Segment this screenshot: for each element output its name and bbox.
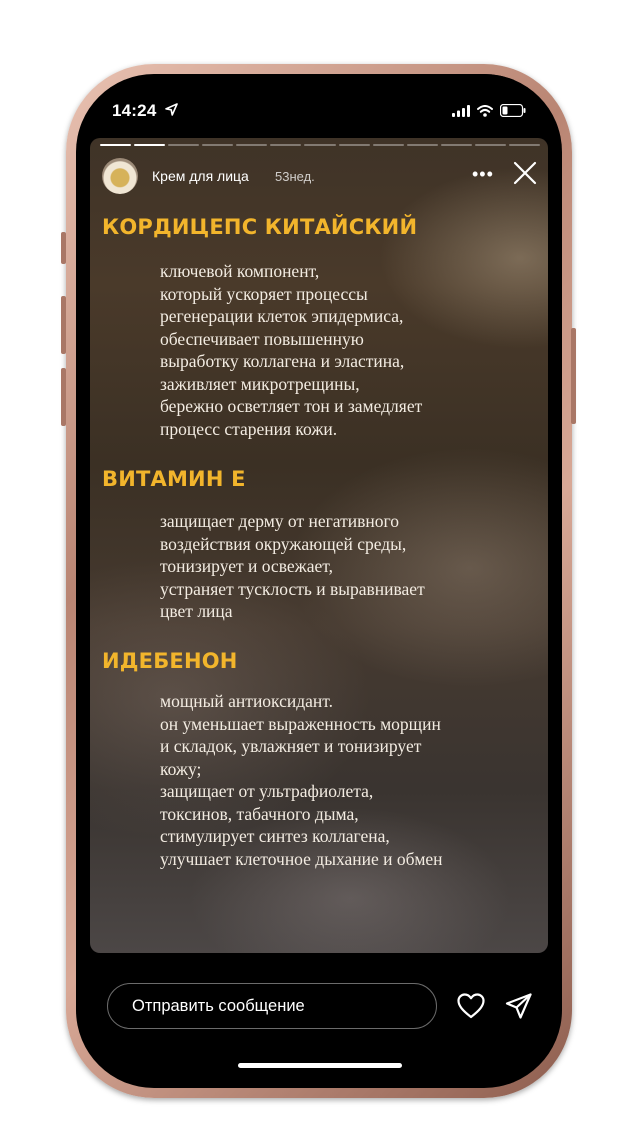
text-line: регенерации клеток эпидермиса, <box>160 306 404 326</box>
text-line: процесс старения кожи. <box>160 418 338 439</box>
text-line: выработку коллагена и эластина, <box>160 351 405 371</box>
progress-segment <box>270 144 302 146</box>
text-line: токсинов, табачного дыма, <box>160 803 359 824</box>
text-line: тонизирует и освежает, <box>160 556 333 576</box>
status-icons <box>452 103 526 122</box>
story-title[interactable]: Крем для лица <box>152 168 249 184</box>
text-line: заживляет микротрещины, <box>160 373 360 394</box>
send-icon[interactable] <box>505 992 533 1025</box>
text-line: бережно осветляет тон и замедляет <box>160 396 423 416</box>
side-button <box>61 296 66 354</box>
status-time: 14:24 <box>112 101 157 120</box>
story-viewer[interactable]: Крем для лица 53нед. ••• КОРДИЦЕПС КИТАЙ… <box>90 138 548 953</box>
text-line: он уменьшает выраженность морщин <box>160 713 441 734</box>
text-line: кожу; <box>160 758 202 779</box>
text-line: защищает дерму от негативного <box>160 511 399 531</box>
progress-segment <box>202 144 234 146</box>
text-line: устраняет тусклость и выравнивает <box>160 578 425 599</box>
text-line: и складок, увлажняет и тонизирует <box>160 736 422 756</box>
progress-segment <box>168 144 200 146</box>
progress-segment <box>406 144 438 146</box>
progress-segment <box>338 144 370 146</box>
location-arrow-icon <box>165 103 178 121</box>
progress-segment <box>134 144 166 146</box>
more-options-icon[interactable]: ••• <box>472 164 494 185</box>
progress-segment <box>372 144 404 146</box>
heart-icon[interactable] <box>457 993 485 1024</box>
message-input[interactable]: Отправить сообщение <box>107 983 437 1029</box>
section-text-idebenone: мощный антиоксидант. он уменьшает выраже… <box>160 690 443 870</box>
side-button <box>61 368 66 426</box>
home-indicator[interactable] <box>238 1063 402 1068</box>
text-line: ключевой компонент, <box>160 261 320 281</box>
text-line: улучшает клеточное дыхание и обмен <box>160 848 443 869</box>
text-line: стимулирует синтез коллагена, <box>160 826 390 846</box>
section-heading-cordyceps: КОРДИЦЕПС КИТАЙСКИЙ <box>102 215 418 239</box>
phone-screen: 14:24 Крем для лица 53нед. ••• КОРДИЦЕПС… <box>76 74 562 1088</box>
avatar[interactable] <box>102 158 138 194</box>
section-text-vitamin-e: защищает дерму от негативного воздействи… <box>160 510 425 623</box>
side-button <box>61 232 66 264</box>
progress-segment <box>474 144 506 146</box>
story-progress-bar <box>100 144 541 146</box>
cellular-signal-icon <box>452 104 470 122</box>
side-button <box>571 328 576 424</box>
text-line: цвет лица <box>160 601 233 621</box>
story-header: Крем для лица 53нед. ••• <box>102 158 542 198</box>
progress-segment <box>236 144 268 146</box>
text-line: защищает от ультрафиолета, <box>160 781 374 801</box>
close-icon[interactable] <box>512 160 538 191</box>
story-age: 53нед. <box>275 169 315 184</box>
battery-icon <box>499 103 526 122</box>
text-line: обеспечивает повышенную <box>160 328 364 349</box>
progress-segment <box>440 144 472 146</box>
text-line: воздействия окружающей среды, <box>160 533 407 554</box>
wifi-icon <box>477 104 493 122</box>
progress-segment <box>304 144 336 146</box>
section-text-cordyceps: ключевой компонент, который ускоряет про… <box>160 260 422 440</box>
progress-segment <box>508 144 541 146</box>
section-heading-idebenone: ИДЕБЕНОН <box>102 649 238 673</box>
progress-segment <box>100 144 132 146</box>
text-line: который ускоряет процессы <box>160 283 368 304</box>
section-heading-vitamin-e: ВИТАМИН Е <box>102 467 246 491</box>
text-line: мощный антиоксидант. <box>160 691 334 711</box>
